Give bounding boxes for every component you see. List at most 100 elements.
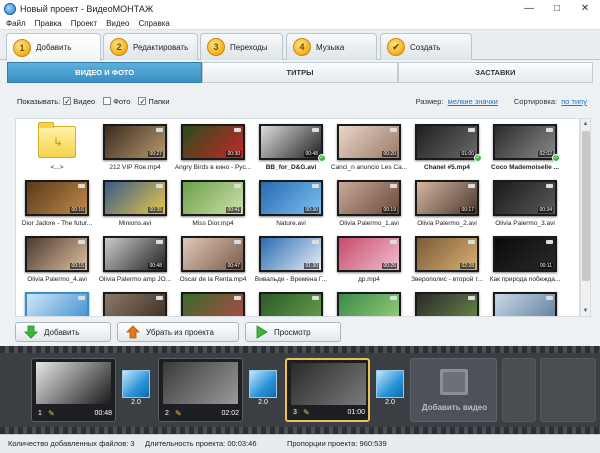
empty-slot: [540, 358, 596, 422]
media-item[interactable]: [174, 290, 252, 316]
preview-button-label: Просмотр: [274, 327, 311, 337]
filter-photo-checkbox[interactable]: Фото: [103, 97, 130, 106]
remove-from-project-button[interactable]: Убрать из проекта: [117, 322, 239, 342]
step-number-icon: 2: [110, 38, 128, 56]
media-item[interactable]: 00:16 Dior Jadore - The futur...: [18, 178, 96, 233]
transition-slot[interactable]: 2.0: [122, 370, 150, 410]
timeline-clip[interactable]: 1 ✎ 00:48: [31, 358, 116, 422]
video-camera-icon: [390, 184, 397, 188]
add-video-slot[interactable]: Добавить видео: [410, 358, 497, 422]
media-item[interactable]: 00:48 ✓ BB_for_D&G.avi: [252, 122, 330, 177]
media-item[interactable]: 00:27 212 VIP Roe.mp4: [96, 122, 174, 177]
size-link[interactable]: мелкие значки: [448, 97, 498, 106]
step-edit[interactable]: 2 Редактировать: [103, 33, 198, 60]
media-item[interactable]: [252, 290, 330, 316]
pencil-icon[interactable]: ✎: [48, 409, 55, 418]
duration-label: 00:11: [538, 263, 553, 269]
add-button-label: Добавить: [44, 327, 80, 337]
media-item[interactable]: 00:15 Olivia Palermo_4.avi: [18, 234, 96, 289]
video-thumbnail: 00:20: [337, 124, 401, 160]
media-item[interactable]: 02:02 ✓ Coco Mademoiselle ...: [486, 122, 564, 177]
preview-button[interactable]: Просмотр: [245, 322, 341, 342]
checkbox-checked-icon: ✓: [63, 97, 72, 106]
media-item[interactable]: 01:30 Вивальди - Времена Г...: [252, 234, 330, 289]
media-item[interactable]: 01:00 ✓ Chanel #5.mp4: [408, 122, 486, 177]
clip-thumbnail: [36, 362, 111, 404]
media-item[interactable]: 00:35 Minions.avi: [96, 178, 174, 233]
media-item[interactable]: 00:20 Canci_n anuncio Les Ca...: [330, 122, 408, 177]
view-options: Размер: мелкие значки Сортировка: по тип…: [416, 97, 587, 106]
duration-label: 00:34: [538, 207, 553, 213]
duration-label: 00:41: [226, 207, 241, 213]
menu-file[interactable]: Файл: [6, 19, 26, 28]
video-thumbnail: 00:26: [337, 236, 401, 272]
media-item[interactable]: [408, 290, 486, 316]
transition-slot[interactable]: 2.0: [376, 370, 404, 410]
media-item[interactable]: 00:17 Olivia Palermo_2.avi: [408, 178, 486, 233]
menu-video[interactable]: Видео: [106, 19, 129, 28]
media-item[interactable]: [96, 290, 174, 316]
media-item-name: Canci_n anuncio Les Ca...: [330, 164, 408, 171]
media-item[interactable]: 00:48 Olivia Palermo amp JO...: [96, 234, 174, 289]
timeline-clip[interactable]: 2 ✎ 02:02: [158, 358, 243, 422]
step-transitions[interactable]: 3 Переходы: [200, 33, 283, 60]
media-item-name: Minions.avi: [118, 220, 152, 227]
media-item[interactable]: 00:30 Angry Birds в кино - Рус...: [174, 122, 252, 177]
video-camera-icon: [312, 184, 319, 188]
media-item[interactable]: 02:28 Зверополис - второй т...: [408, 234, 486, 289]
media-item-name: <...>: [50, 164, 64, 171]
tab-intros[interactable]: ЗАСТАВКИ: [397, 62, 593, 83]
filter-video-checkbox[interactable]: ✓ Видео: [63, 97, 95, 106]
step-create[interactable]: ✔ Создать: [380, 33, 472, 60]
media-item[interactable]: 00:11 Как природа побежда...: [486, 234, 564, 289]
scrollbar-thumb[interactable]: [582, 131, 590, 281]
added-check-icon: ✓: [474, 154, 482, 162]
video-camera-icon: [312, 296, 319, 300]
add-button[interactable]: Добавить: [15, 322, 111, 342]
media-item[interactable]: [330, 290, 408, 316]
step-add[interactable]: 1 Добавить: [6, 33, 101, 61]
media-item[interactable]: [18, 290, 96, 316]
duration-label: 00:17: [460, 207, 475, 213]
menu-edit[interactable]: Правка: [35, 19, 62, 28]
step-label: Добавить: [36, 43, 72, 52]
scroll-up-icon[interactable]: ▲: [581, 119, 590, 129]
scroll-down-icon[interactable]: ▼: [581, 306, 590, 316]
pencil-icon[interactable]: ✎: [175, 409, 182, 418]
pencil-icon[interactable]: ✎: [303, 408, 310, 417]
video-camera-icon: [468, 240, 475, 244]
media-item-name: др.mp4: [358, 276, 380, 283]
film-edge-top: [0, 346, 600, 353]
video-camera-icon: [390, 240, 397, 244]
video-thumbnail: 01:00: [415, 124, 479, 160]
duration-label: 00:30: [304, 207, 319, 213]
menu-project[interactable]: Проект: [71, 19, 97, 28]
media-item[interactable]: 00:34 Olivia Palermo_3.avi: [486, 178, 564, 233]
media-item[interactable]: 00:19 Olivia Palermo_1.avi: [330, 178, 408, 233]
sort-link[interactable]: по типу: [561, 97, 587, 106]
media-item[interactable]: 00:30 Nature.avi: [252, 178, 330, 233]
added-check-icon: ✓: [318, 154, 326, 162]
media-item[interactable]: [486, 290, 564, 316]
maximize-icon[interactable]: □: [546, 0, 568, 17]
media-item[interactable]: 00:41 Miss Dior.mp4: [174, 178, 252, 233]
close-icon[interactable]: ✕: [574, 0, 596, 17]
media-item-name: Miss Dior.mp4: [192, 220, 234, 227]
media-item[interactable]: 00:26 др.mp4: [330, 234, 408, 289]
video-camera-icon: [78, 296, 85, 300]
grid-scrollbar[interactable]: ▲ ▼: [580, 118, 591, 317]
menu-help[interactable]: Справка: [138, 19, 169, 28]
step-music[interactable]: 4 Музыка: [286, 33, 377, 60]
transition-slot[interactable]: 2.0: [249, 370, 277, 410]
video-camera-icon: [390, 128, 397, 132]
folder-up-item[interactable]: ↳ <...>: [18, 122, 96, 177]
media-item[interactable]: 00:47 Oscar de la Renta.mp4: [174, 234, 252, 289]
clip-number: 2: [162, 410, 172, 417]
tab-titles[interactable]: ТИТРЫ: [202, 62, 398, 83]
minimize-icon[interactable]: —: [518, 0, 540, 17]
media-item-name: Olivia Palermo amp JO...: [98, 276, 172, 283]
status-duration: Длительность проекта: 00:03:46: [145, 439, 257, 448]
filter-folders-checkbox[interactable]: ✓ Папки: [138, 97, 170, 106]
tab-video-photo[interactable]: ВИДЕО И ФОТО: [7, 62, 203, 83]
timeline-clip[interactable]: 3 ✎ 01:00: [285, 358, 370, 422]
